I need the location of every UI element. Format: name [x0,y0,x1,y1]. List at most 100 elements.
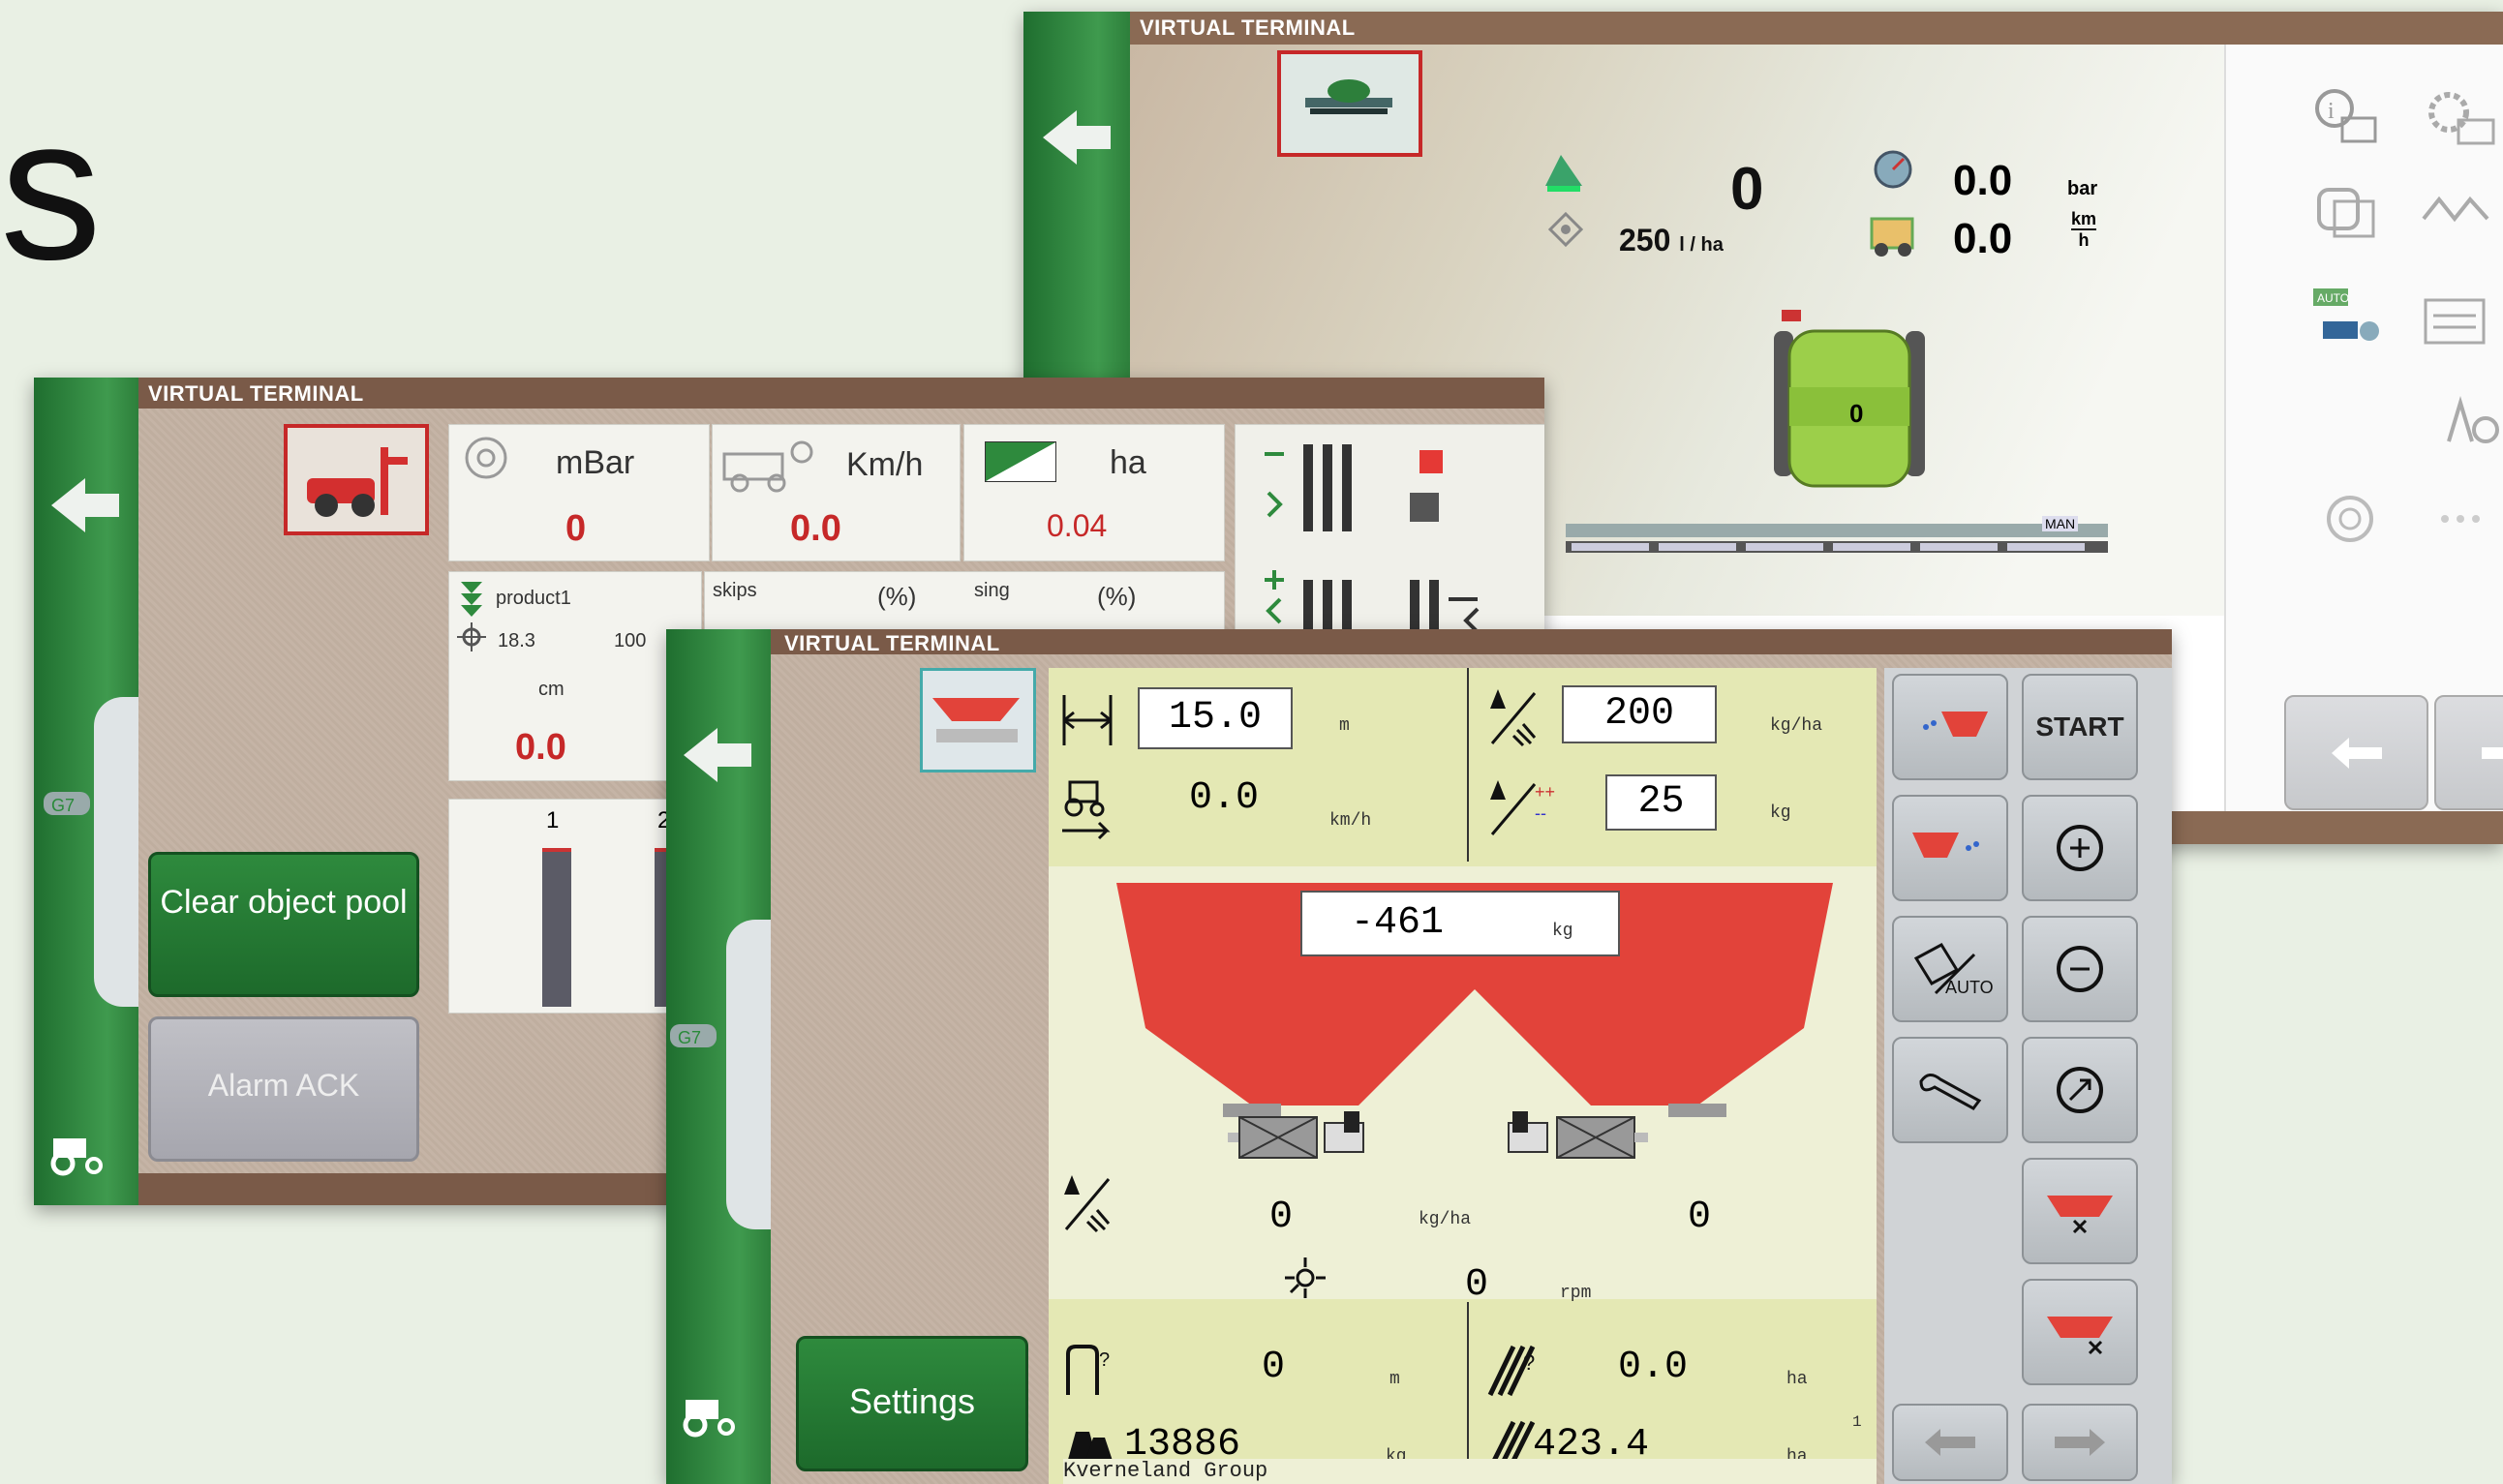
settings-button[interactable]: Settings [796,1336,1028,1471]
distance-value: 0 [1262,1346,1286,1389]
spread-left-icon [1923,712,1988,737]
page-index: 1 [1852,1413,1862,1431]
speed-icon [1866,205,1920,264]
boom-mode-label: MAN [2042,516,2079,531]
alarm-ack-button[interactable]: Alarm ACK [148,1016,419,1162]
sing-label: sing [974,580,1010,601]
minus-circle-icon [2057,946,2103,992]
spreading-discs [1228,1111,1648,1159]
working-width-unit: m [1339,716,1350,736]
back-button[interactable] [1033,99,1120,176]
rate-step-unit: kg [1770,803,1791,823]
product-panel: product1 18.3 100 cm 0.0 [448,571,702,781]
speed-unit-bottom: h [2078,230,2090,250]
planter-icon [307,447,408,517]
area-value: 0.04 [1047,508,1108,543]
disc-speed-value: 0 [1465,1263,1489,1307]
pressure-unit: mBar [556,444,635,481]
product-label: product1 [496,588,571,609]
row-label-1: 1 [546,807,560,833]
left-arrow-icon [1925,1429,1975,1456]
user-settings-icon[interactable] [2439,393,2503,456]
clear-object-pool-button[interactable]: Clear object pool [148,852,419,997]
auto-manual-icon[interactable]: AUTO [2311,287,2389,359]
product-icon [461,582,482,617]
back-arrow-icon [1043,110,1111,165]
rate-step-icon: ++-- [1490,780,1555,835]
section-off-left-button[interactable] [2022,1158,2138,1264]
rate-unit: kg/ha [1419,1210,1472,1229]
target-rate-field[interactable]: 200 [1562,685,1717,743]
spreader-icon [932,698,1020,742]
terminal-logo-icon: G7 [666,1016,724,1060]
svg-text:?: ? [1099,1349,1110,1371]
svg-text:--: -- [1535,803,1546,823]
back-button[interactable] [42,467,129,544]
pressure-unit: bar [2067,178,2098,199]
spread-right-icon [1912,833,1979,858]
spread-right-button[interactable] [1892,795,2008,901]
back-button[interactable] [674,716,761,794]
spread-left-button[interactable] [1892,674,2008,780]
tractor-icon[interactable] [678,1384,746,1443]
implement-icon-box[interactable] [920,668,1036,772]
next-page-button[interactable] [2434,695,2503,810]
title-bar: VIRTUAL TERMINAL [666,629,2172,655]
start-button[interactable]: START [2022,674,2138,780]
reset-circle-icon [2057,1067,2103,1113]
section-off-right-button[interactable] [2022,1279,2138,1385]
sing-unit: (%) [1097,582,1137,611]
svg-text:AUTO: AUTO [1945,978,1994,997]
auto-mode-button[interactable]: AUTO [1892,916,2008,1022]
service-button[interactable] [1892,1037,2008,1143]
page-heading-fragment: s [0,75,102,302]
more-icon[interactable] [2437,509,2486,533]
implement-icon-box[interactable] [284,424,429,535]
next-page-button[interactable] [2022,1404,2138,1481]
info-icon[interactable]: i [2313,83,2381,156]
spacing-value: 18.3 [498,630,535,651]
svg-text:AUTO: AUTO [2317,291,2349,305]
speed-unit: km/h [1329,811,1372,831]
adjust-icon[interactable] [2321,490,2379,553]
boom-sections: MAN [1566,516,2108,568]
pressure-icon [465,437,507,479]
row-bar-1 [542,848,571,1007]
svg-text:i: i [2328,99,2335,124]
distance-unit: m [1389,1370,1400,1389]
tractor-icon[interactable] [46,1123,113,1182]
hopper-weight-value: -461 [1351,901,1445,945]
tractor-speed-icon [1062,780,1111,840]
prev-page-button[interactable] [2284,695,2428,810]
spacing-display: 0.0 [515,727,566,768]
reset-button[interactable] [2022,1037,2138,1143]
divider [1467,668,1469,862]
implement-icon-box[interactable] [1277,50,1422,157]
target-icon [1546,210,1585,254]
working-width-field[interactable]: 15.0 [1138,687,1293,749]
application-rate-value: 250 [1619,223,1671,257]
area-unit: ha [1110,444,1146,481]
right-arrow-icon [2481,746,2503,759]
decrease-button[interactable] [2022,916,2138,1022]
skips-label: skips [713,580,757,601]
increase-button[interactable] [2022,795,2138,901]
pressure-value: 0.0 [1953,157,2013,204]
terminal-front: VIRTUAL TERMINAL G7 Settings 15.0 m 0.0 … [666,629,2172,1484]
menu-panel: i AUTO [2224,45,2503,844]
data-icon[interactable] [2420,287,2497,359]
speed-unit: Km/h [846,446,924,483]
area-icon [985,441,1056,482]
svg-text:++: ++ [1535,782,1555,802]
left-rate-value: 0 [1269,1196,1294,1239]
back-arrow-icon [684,728,751,782]
flow-icon [1541,147,1586,196]
settings-gear-icon[interactable] [2420,83,2497,156]
rate-value: 0 [1730,156,1764,223]
target-rate-unit: kg/ha [1770,716,1823,736]
prev-page-button[interactable] [1892,1404,2008,1481]
boom-config-icon[interactable] [2420,180,2497,253]
copy-icon[interactable] [2313,180,2381,253]
back-arrow-icon [51,478,119,532]
rate-step-field[interactable]: 25 [1605,774,1717,831]
